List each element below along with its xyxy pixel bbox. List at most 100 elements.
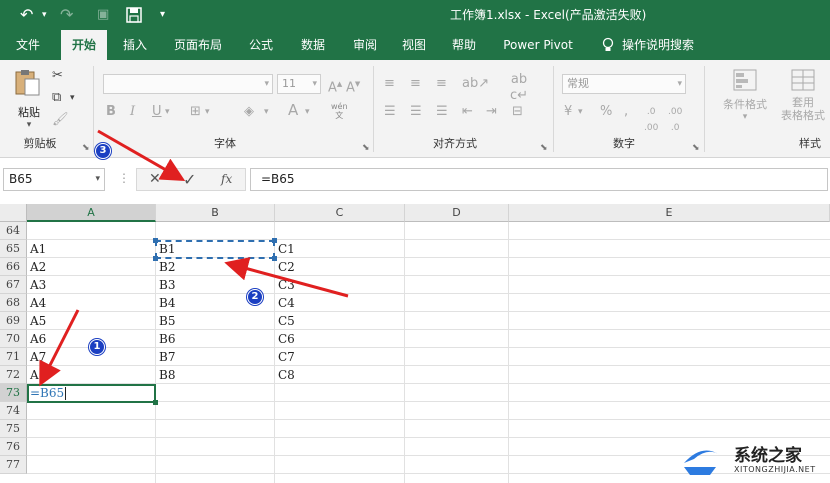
font-color-dropdown-icon[interactable]: ▾ xyxy=(305,104,310,120)
enter-check-icon[interactable]: ✓ xyxy=(183,170,196,189)
row-header[interactable]: 77 xyxy=(0,456,27,474)
number-launcher-icon[interactable]: ⬊ xyxy=(692,140,700,156)
cell-a68[interactable]: A4 xyxy=(28,294,46,312)
tab-power-pivot[interactable]: Power Pivot xyxy=(497,30,579,60)
print-preview-icon[interactable]: ▣ xyxy=(97,3,109,27)
border-dropdown-icon[interactable]: ▾ xyxy=(205,104,210,120)
number-format-box[interactable]: 常规 ▾ xyxy=(562,74,686,94)
wrap-text-icon[interactable]: ab c↵ xyxy=(510,72,528,104)
cell-b67[interactable]: B3 xyxy=(157,276,175,294)
column-header-a[interactable]: A xyxy=(27,204,156,222)
row-header[interactable]: 70 xyxy=(0,330,27,348)
insert-function-icon[interactable]: fx xyxy=(221,172,232,186)
align-center-icon[interactable]: ☰ xyxy=(410,104,422,120)
column-header-b[interactable]: B xyxy=(156,204,275,222)
grow-font-icon[interactable]: A▲ xyxy=(328,76,342,96)
row-header[interactable]: 74 xyxy=(0,402,27,420)
align-right-icon[interactable]: ☰ xyxy=(436,104,448,120)
row-header-selected[interactable]: 73 xyxy=(0,384,27,402)
marquee-handle[interactable] xyxy=(153,256,158,261)
row-header[interactable]: 69 xyxy=(0,312,27,330)
tab-file[interactable]: 文件 xyxy=(4,30,52,60)
copy-icon[interactable]: ⧉ xyxy=(52,90,61,106)
fill-color-icon[interactable]: ◈ xyxy=(244,104,254,120)
tab-help[interactable]: 帮助 xyxy=(443,30,485,60)
row-header[interactable]: 71 xyxy=(0,348,27,366)
tab-page-layout[interactable]: 页面布局 xyxy=(166,30,230,60)
tab-view[interactable]: 视图 xyxy=(393,30,435,60)
tab-formulas[interactable]: 公式 xyxy=(240,30,282,60)
percent-icon[interactable]: % xyxy=(600,104,612,120)
cell-c69[interactable]: C5 xyxy=(276,312,295,330)
increase-indent-icon[interactable]: ⇥ xyxy=(486,104,497,120)
row-header[interactable]: 68 xyxy=(0,294,27,312)
cell-c70[interactable]: C6 xyxy=(276,330,295,348)
format-painter-icon[interactable]: 🖌 xyxy=(52,112,69,128)
align-top-icon[interactable]: ≡ xyxy=(384,76,395,92)
row-header[interactable]: 65 xyxy=(0,240,27,258)
cell-c68[interactable]: C4 xyxy=(276,294,295,312)
row-header[interactable]: 75 xyxy=(0,420,27,438)
column-header-e[interactable]: E xyxy=(509,204,830,222)
phonetic-icon[interactable]: wén 文 xyxy=(331,102,348,120)
cell-b71[interactable]: B7 xyxy=(157,348,175,366)
cell-c66[interactable]: C2 xyxy=(276,258,295,276)
row-header[interactable]: 66 xyxy=(0,258,27,276)
cell-b68[interactable]: B4 xyxy=(157,294,175,312)
align-launcher-icon[interactable]: ⬊ xyxy=(540,140,548,156)
customize-quickaccess-icon[interactable]: ▾ xyxy=(160,3,165,27)
shrink-font-icon[interactable]: A▼ xyxy=(346,76,360,96)
redo-icon[interactable]: ↷ xyxy=(60,3,73,27)
name-box[interactable]: B65 ▾ xyxy=(3,168,105,191)
marquee-handle[interactable] xyxy=(272,256,277,261)
italic-icon[interactable]: I xyxy=(130,104,135,120)
increase-decimal-icon[interactable]: .0.00 xyxy=(644,104,658,136)
marquee-handle[interactable] xyxy=(272,238,277,243)
save-icon[interactable] xyxy=(126,3,142,27)
border-icon[interactable]: ⊞ xyxy=(190,104,201,120)
row-header[interactable]: 76 xyxy=(0,438,27,456)
row-header[interactable]: 67 xyxy=(0,276,27,294)
tab-home[interactable]: 开始 xyxy=(61,30,107,60)
font-color-icon[interactable]: A xyxy=(288,102,298,118)
cell-b66[interactable]: B2 xyxy=(157,258,175,276)
currency-dropdown-icon[interactable]: ▾ xyxy=(578,104,583,120)
fill-dropdown-icon[interactable]: ▾ xyxy=(264,104,269,120)
cell-a67[interactable]: A3 xyxy=(28,276,46,294)
cancel-icon[interactable]: ✕ xyxy=(149,171,161,187)
clipboard-launcher-icon[interactable]: ⬊ xyxy=(82,140,90,156)
undo-icon[interactable]: ↶ xyxy=(20,3,33,27)
decrease-decimal-icon[interactable]: .00.0 xyxy=(668,104,682,136)
cell-b72[interactable]: B8 xyxy=(157,366,175,384)
row-header[interactable]: 72 xyxy=(0,366,27,384)
undo-dropdown-icon[interactable]: ▾ xyxy=(42,3,47,27)
orientation-icon[interactable]: ab↗ xyxy=(462,76,489,92)
format-as-table-button[interactable]: 套用 表格格式 xyxy=(772,68,830,130)
cell-a70[interactable]: A6 xyxy=(28,330,46,348)
cell-a66[interactable]: A2 xyxy=(28,258,46,276)
cell-a72[interactable]: A8 xyxy=(28,366,46,384)
align-bottom-icon[interactable]: ≡ xyxy=(436,76,447,92)
cell-c71[interactable]: C7 xyxy=(276,348,295,366)
tab-review[interactable]: 审阅 xyxy=(344,30,386,60)
tab-data[interactable]: 数据 xyxy=(292,30,334,60)
formula-input[interactable]: =B65 xyxy=(250,168,828,191)
paste-button[interactable]: 粘贴 ▾ xyxy=(12,68,46,130)
cell-c67[interactable]: C3 xyxy=(276,276,295,294)
row-header[interactable]: 64 xyxy=(0,222,27,240)
underline-dropdown-icon[interactable]: ▾ xyxy=(165,104,170,120)
select-all-corner[interactable] xyxy=(0,204,27,222)
column-header-d[interactable]: D xyxy=(405,204,509,222)
cell-a69[interactable]: A5 xyxy=(28,312,46,330)
fill-handle[interactable] xyxy=(153,400,158,405)
font-size-box[interactable]: 11 ▾ xyxy=(277,74,321,94)
column-header-c[interactable]: C xyxy=(275,204,405,222)
align-left-icon[interactable]: ☰ xyxy=(384,104,396,120)
cut-icon[interactable]: ✂ xyxy=(52,68,63,84)
cell-a71[interactable]: A7 xyxy=(28,348,46,366)
copy-dropdown-icon[interactable]: ▾ xyxy=(70,90,75,106)
active-cell-a73[interactable]: =B65 xyxy=(27,384,156,403)
currency-icon[interactable]: ¥ xyxy=(564,104,572,120)
tab-insert[interactable]: 插入 xyxy=(112,30,158,60)
conditional-format-button[interactable]: 条件格式 ▾ xyxy=(712,68,778,130)
